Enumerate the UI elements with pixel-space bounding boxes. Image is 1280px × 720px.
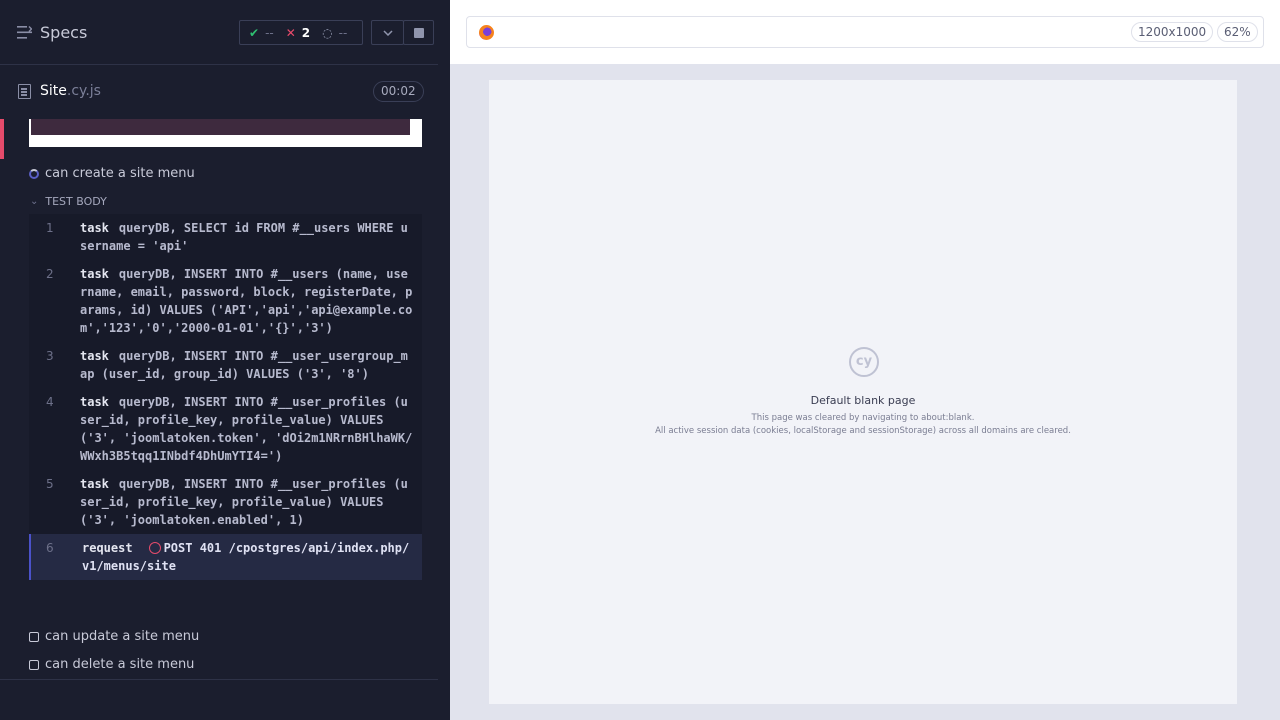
- stop-icon: [413, 27, 424, 38]
- stop-button[interactable]: [403, 20, 434, 45]
- viewport-size-badge[interactable]: 1200x1000: [1131, 22, 1214, 42]
- command-number: 3: [46, 349, 54, 363]
- x-icon: ✕: [285, 25, 296, 40]
- spec-name: Site.cy.js: [40, 83, 101, 99]
- pending-spinner-icon: ◌: [322, 25, 333, 40]
- blank-page-title: Default blank page: [810, 394, 916, 407]
- command-row[interactable]: 3 task queryDB, INSERT INTO #__user_userg…: [29, 342, 422, 388]
- blank-page-description: All active session data (cookies, localS…: [655, 426, 1071, 436]
- pending-stat: ◌ --: [322, 26, 347, 40]
- run-stats: ✔ -- ✕ 2 ◌ --: [239, 20, 363, 45]
- pending-box-icon: [29, 631, 39, 642]
- pending-count: --: [338, 25, 348, 40]
- command-name: request: [82, 541, 133, 555]
- check-icon: ✔: [249, 25, 260, 40]
- chevron-down-icon: [382, 29, 393, 36]
- test-list[interactable]: can create a site menu ⌄ TEST BODY 1 tas…: [0, 119, 438, 679]
- test-item-update[interactable]: can update a site menu: [29, 629, 199, 644]
- command-message: queryDB, INSERT INTO #__users (name, use…: [80, 267, 413, 335]
- zoom-badge[interactable]: 62%: [1217, 22, 1258, 42]
- test-title: can create a site menu: [45, 166, 195, 181]
- reporter-panel: Specs ✔ -- ✕ 2 ◌ -- Site.cy.js 00:02 can…: [0, 0, 438, 720]
- command-name: task: [80, 395, 109, 409]
- error-circle-icon: [148, 542, 161, 554]
- command-body: task queryDB, INSERT INTO #__user_profile…: [80, 393, 422, 465]
- aut-iframe[interactable]: [489, 80, 1237, 704]
- command-number: 6: [46, 541, 54, 555]
- failed-count: 2: [301, 25, 311, 40]
- test-title: can update a site menu: [45, 629, 200, 644]
- blank-page-description: This page was cleared by navigating to a…: [751, 413, 975, 423]
- command-row[interactable]: 4 task queryDB, INSERT INTO #__user_profi…: [29, 388, 422, 470]
- previous-error-content: [31, 119, 410, 135]
- panel-resizer[interactable]: [438, 0, 450, 720]
- command-body: task queryDB, INSERT INTO #__user_profile…: [80, 475, 422, 529]
- command-name: task: [80, 221, 109, 235]
- command-row-active[interactable]: 6 request POST 401 /cpostgres/api/index.p…: [29, 534, 422, 580]
- command-body: task queryDB, INSERT INTO #__user_usergro…: [80, 347, 422, 383]
- command-log: 1 task queryDB, SELECT id FROM #__users W…: [29, 214, 422, 580]
- running-spinner-icon: [29, 168, 39, 179]
- reporter-header: Specs ✔ -- ✕ 2 ◌ --: [0, 0, 438, 65]
- passed-stat: ✔ --: [249, 26, 274, 40]
- failed-stat: ✕ 2: [286, 26, 310, 40]
- command-number: 4: [46, 395, 54, 409]
- specs-menu-icon[interactable]: [17, 26, 32, 39]
- chevron-down-icon: ⌄: [30, 196, 39, 207]
- passed-count: --: [265, 25, 274, 40]
- command-body: task queryDB, INSERT INTO #__users (name,…: [80, 265, 422, 337]
- command-row[interactable]: 5 task queryDB, INSERT INTO #__user_profi…: [29, 470, 422, 534]
- reporter-footer: [0, 679, 438, 720]
- cypress-logo-icon: cy: [849, 347, 879, 377]
- command-body: request POST 401 /cpostgres/api/index.php…: [82, 539, 422, 575]
- command-name: task: [80, 477, 109, 491]
- expand-toggle-button[interactable]: [371, 20, 404, 45]
- command-message: queryDB, INSERT INTO #__user_usergroup_m…: [80, 349, 408, 381]
- test-body-section[interactable]: ⌄ TEST BODY: [30, 195, 107, 208]
- command-name: task: [80, 349, 109, 363]
- spec-file-ext: .cy.js: [66, 83, 101, 99]
- command-number: 2: [46, 267, 54, 281]
- command-number: 1: [46, 221, 54, 235]
- command-message: queryDB, INSERT INTO #__user_profiles (u…: [80, 395, 413, 463]
- command-row[interactable]: 1 task queryDB, SELECT id FROM #__users W…: [29, 214, 422, 260]
- test-title: can delete a site menu: [45, 657, 195, 672]
- command-body: task queryDB, SELECT id FROM #__users WHE…: [80, 219, 422, 255]
- section-label: TEST BODY: [45, 195, 107, 208]
- test-item-delete[interactable]: can delete a site menu: [29, 657, 194, 672]
- firefox-icon[interactable]: [479, 25, 494, 40]
- spec-duration: 00:02: [373, 81, 424, 102]
- test-item-create[interactable]: can create a site menu: [29, 166, 195, 181]
- pending-box-icon: [29, 659, 39, 670]
- command-number: 5: [46, 477, 54, 491]
- command-name: task: [80, 267, 109, 281]
- command-row[interactable]: 2 task queryDB, INSERT INTO #__users (nam…: [29, 260, 422, 342]
- spec-file-base: Site: [40, 83, 67, 99]
- file-icon: [18, 84, 31, 99]
- specs-title[interactable]: Specs: [40, 23, 87, 42]
- command-message: queryDB, SELECT id FROM #__users WHERE u…: [80, 221, 408, 253]
- command-message: queryDB, INSERT INTO #__user_profiles (u…: [80, 477, 408, 527]
- failed-indicator: [0, 119, 4, 159]
